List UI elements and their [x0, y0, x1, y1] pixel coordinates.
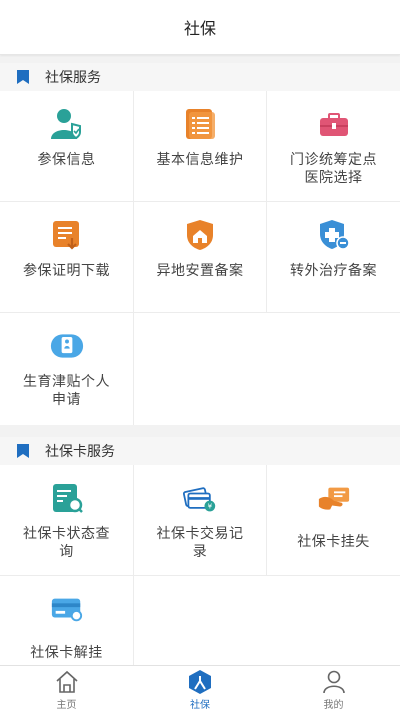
svg-text:¥: ¥	[208, 502, 213, 511]
service-item-insurance-info[interactable]: 参保信息	[0, 91, 133, 201]
service-item-card-unlock[interactable]: 社保卡解挂	[0, 576, 133, 665]
tab-social-security[interactable]: 社保	[133, 666, 267, 711]
home-icon	[54, 669, 80, 695]
grid-divider	[0, 201, 400, 202]
bookmark-icon	[17, 70, 29, 84]
grid-divider	[133, 465, 134, 665]
service-item-certificate-download[interactable]: 参保证明下载	[0, 202, 133, 312]
service-label: 生育津贴个人申请	[23, 374, 110, 408]
house-shield-icon	[183, 218, 217, 252]
maternity-icon	[50, 329, 84, 363]
user-shield-icon	[50, 107, 84, 141]
tab-label: 社保	[190, 700, 210, 711]
service-label: 社保卡交易记录	[156, 526, 244, 560]
grid-divider	[133, 312, 134, 425]
service-item-relocation-filing[interactable]: 异地安置备案	[133, 202, 267, 312]
service-label: 异地安置备案	[156, 263, 244, 279]
grid-divider	[0, 575, 400, 576]
service-label: 社保卡状态查询	[23, 526, 110, 560]
service-label: 参保信息	[37, 152, 96, 168]
tab-label: 我的	[323, 700, 344, 711]
section-title: 社保卡服务	[45, 444, 115, 460]
bookmark-icon	[17, 444, 29, 458]
card-search-icon	[50, 481, 84, 515]
certificate-download-icon	[50, 218, 84, 252]
card-report-loss-icon	[317, 481, 351, 515]
medical-transfer-icon	[317, 218, 351, 252]
tab-profile[interactable]: 我的	[267, 666, 400, 711]
service-item-transfer-treatment[interactable]: 转外治疗备案	[267, 202, 400, 312]
section-header-social-security: 社保服务	[0, 63, 400, 91]
page-title: 社保	[183, 19, 216, 38]
service-label: 社保卡解挂	[30, 645, 103, 661]
top-header: 社保	[0, 0, 400, 55]
card-unlock-icon	[50, 592, 84, 626]
service-label: 参保证明下载	[23, 263, 110, 279]
grid-divider	[0, 312, 400, 313]
service-item-hospital-selection[interactable]: 门诊统筹定点医院选择	[267, 91, 400, 201]
medical-kit-icon	[317, 107, 351, 141]
tab-home[interactable]: 主页	[0, 666, 133, 711]
social-security-services-grid: 参保信息 基本信息维护 门诊统筹定点医院选择 参保证明下载 异地安置备案 转外治…	[0, 91, 400, 425]
section-title: 社保服务	[45, 70, 101, 86]
section-header-card-services: 社保卡服务	[0, 437, 400, 465]
service-item-maternity-allowance[interactable]: 生育津贴个人申请	[0, 313, 133, 425]
document-list-icon	[183, 107, 217, 141]
tab-label: 主页	[56, 700, 77, 711]
service-label: 基本信息维护	[156, 152, 244, 168]
social-security-icon	[187, 669, 213, 695]
profile-icon	[321, 669, 347, 695]
service-label: 社保卡挂失	[297, 534, 370, 550]
service-label: 门诊统筹定点医院选择	[290, 152, 377, 186]
service-item-card-report-loss[interactable]: 社保卡挂失	[267, 465, 400, 575]
bottom-tab-bar: 主页 社保 我的	[0, 665, 400, 711]
service-item-basic-info[interactable]: 基本信息维护	[133, 91, 267, 201]
card-transaction-icon: ¥	[183, 481, 217, 515]
service-label: 转外治疗备案	[290, 263, 377, 279]
service-item-card-status[interactable]: 社保卡状态查询	[0, 465, 133, 575]
service-item-card-transactions[interactable]: ¥ 社保卡交易记录	[133, 465, 267, 575]
card-services-grid: 社保卡状态查询 ¥ 社保卡交易记录 社保卡挂失 社保卡解挂	[0, 465, 400, 665]
grid-divider	[266, 465, 267, 575]
